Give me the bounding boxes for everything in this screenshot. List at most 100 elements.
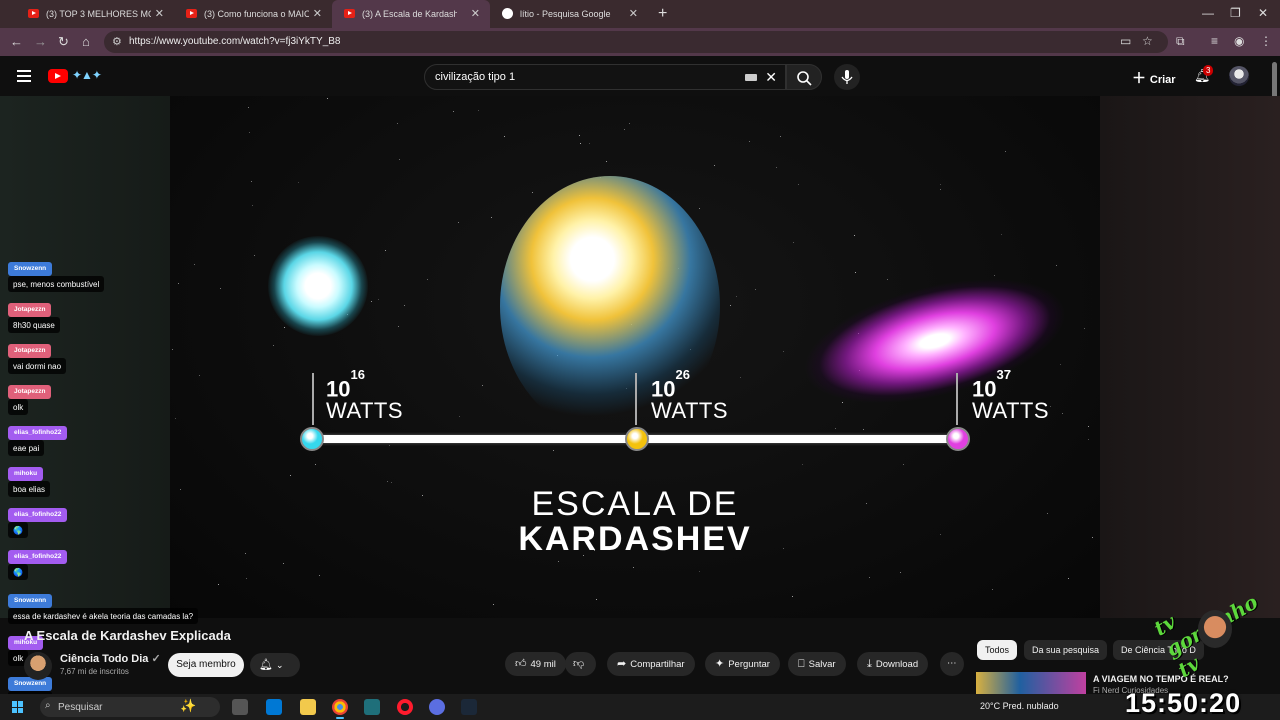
browser-tab-bar: (3) TOP 3 MELHORES MOUSES ✕ (3) Como fun… xyxy=(0,0,1280,28)
chat-message: pse, menos combustível xyxy=(8,276,105,292)
taskbar-search-input[interactable]: ⌕ Pesquisar ✨ xyxy=(40,697,220,717)
star-dot xyxy=(198,375,200,377)
site-info-icon[interactable]: ⚙ xyxy=(112,35,122,48)
star-dot xyxy=(253,254,255,256)
thumbs-up-icon: 👍︎ xyxy=(515,658,527,670)
microphone-icon xyxy=(841,70,853,84)
unit-label: WATTS xyxy=(326,398,404,423)
stream-clock: 15:50:20 xyxy=(1125,688,1242,718)
star-dot xyxy=(477,110,479,112)
minimize-icon[interactable]: — xyxy=(1202,6,1214,20)
scale-marker-type2 xyxy=(625,427,649,451)
create-button[interactable]: ＋ Criar xyxy=(1132,68,1176,88)
verified-icon: ✓ xyxy=(151,653,161,665)
account-avatar[interactable] xyxy=(1229,66,1249,86)
youtube-logo-icon[interactable] xyxy=(48,69,68,83)
chat-username: Snowzenn xyxy=(8,594,53,608)
cast-icon[interactable]: ▭ xyxy=(1120,34,1131,48)
star-dot xyxy=(247,106,249,108)
tab-title: (3) A Escala de Kardashev E xyxy=(362,9,457,19)
star-dot xyxy=(272,344,274,346)
ask-button[interactable]: ✦ Perguntar xyxy=(705,652,780,676)
extensions-icon[interactable]: ⧉ xyxy=(1176,34,1185,49)
star-dot xyxy=(178,283,180,285)
chat-username: Snowzenn xyxy=(8,262,53,276)
reload-icon[interactable]: ↻ xyxy=(58,34,69,50)
chip-all[interactable]: Todos xyxy=(977,640,1018,660)
star-dot xyxy=(698,208,700,209)
star-dot xyxy=(194,264,196,266)
tab-1[interactable]: (3) TOP 3 MELHORES MOUSES ✕ xyxy=(16,0,174,28)
opera-icon[interactable] xyxy=(397,699,413,715)
close-tab-icon[interactable]: ✕ xyxy=(629,7,638,20)
recommendation-thumbnail[interactable] xyxy=(976,672,1086,696)
close-tab-icon[interactable]: ✕ xyxy=(155,7,164,20)
doodle-icon[interactable]: ✦▲✦ xyxy=(72,68,102,82)
clear-search-icon[interactable]: ✕ xyxy=(765,69,777,86)
star-dot xyxy=(453,111,455,113)
more-actions-button[interactable]: ⋯ xyxy=(940,652,964,676)
star-dot xyxy=(1049,405,1051,407)
create-label: Criar xyxy=(1149,74,1176,86)
star-dot xyxy=(1088,438,1090,440)
tick-line xyxy=(312,373,314,425)
dislike-button[interactable]: 👎︎ xyxy=(565,652,597,676)
star-dot xyxy=(389,445,391,447)
youtube-favicon-icon xyxy=(28,9,39,18)
tab-3-active[interactable]: (3) A Escala de Kardashev E ✕ xyxy=(332,0,490,28)
close-tab-icon[interactable]: ✕ xyxy=(313,7,322,20)
subscription-bell-button[interactable]: 🔔︎ ⌄ xyxy=(250,653,300,677)
browser-menu-icon[interactable]: ⋮ xyxy=(1260,34,1272,48)
home-icon[interactable]: ⌂ xyxy=(82,34,90,49)
back-icon[interactable]: ← xyxy=(10,34,23,49)
search-button[interactable] xyxy=(786,64,822,90)
chrome-icon[interactable] xyxy=(332,699,348,719)
download-button[interactable]: ⤓ Download xyxy=(857,652,929,676)
star-dot xyxy=(902,464,904,466)
star-dot xyxy=(866,502,868,504)
media-control-icon[interactable]: ≡ xyxy=(1211,34,1218,48)
restore-icon[interactable]: ❐ xyxy=(1230,6,1241,20)
video-player[interactable]: 1016 WATTS 1026 WATTS 1037 WATTS ESCALA … xyxy=(0,96,1280,618)
steam-icon[interactable] xyxy=(461,699,477,715)
store-icon[interactable] xyxy=(266,699,282,715)
file-explorer-icon[interactable] xyxy=(300,699,316,715)
star-dot xyxy=(940,183,942,185)
bookmark-star-icon[interactable]: ☆ xyxy=(1142,34,1153,48)
close-tab-icon[interactable]: ✕ xyxy=(471,7,480,20)
chip-from-search[interactable]: Da sua pesquisa xyxy=(1024,640,1108,660)
star-dot xyxy=(248,131,250,133)
save-button[interactable]: ⎕ Salvar xyxy=(788,652,846,676)
star-dot xyxy=(749,140,751,142)
voice-search-button[interactable] xyxy=(834,64,860,90)
download-icon: ⤓ xyxy=(867,658,872,670)
close-window-icon[interactable]: ✕ xyxy=(1258,6,1268,20)
tab-2[interactable]: (3) Como funciona o MAIOR TE ✕ xyxy=(174,0,332,28)
task-view-icon[interactable] xyxy=(232,699,248,715)
tab-4[interactable]: lítio - Pesquisa Google ✕ xyxy=(490,0,648,28)
star-dot xyxy=(992,588,994,590)
star-dot xyxy=(596,598,598,600)
windows-start-icon[interactable] xyxy=(12,701,24,713)
profile-icon[interactable]: ◉ xyxy=(1234,34,1244,48)
url-bar[interactable]: ⚙ https://www.youtube.com/watch?v=fj3iYk… xyxy=(104,31,1168,53)
share-button[interactable]: ➦ Compartilhar xyxy=(607,652,695,676)
channel-avatar[interactable] xyxy=(24,652,52,680)
discord-icon[interactable] xyxy=(429,699,445,715)
tick-line xyxy=(956,373,958,425)
planet-glow-icon xyxy=(268,236,368,336)
forward-icon[interactable]: → xyxy=(34,34,47,49)
star-dot xyxy=(623,129,625,131)
search-input[interactable]: civilização tipo 1 ✕ xyxy=(424,64,786,90)
join-button[interactable]: Seja membro xyxy=(168,653,244,677)
star-dot xyxy=(319,574,321,576)
new-tab-icon[interactable]: + xyxy=(658,5,667,23)
star-dot xyxy=(531,191,533,193)
menu-icon[interactable] xyxy=(17,70,31,82)
video-title-line1: ESCALA DE xyxy=(531,485,739,523)
app-icon[interactable] xyxy=(364,699,380,715)
channel-name[interactable]: Ciência Todo Dia ✓ xyxy=(60,652,161,665)
keyboard-icon[interactable] xyxy=(745,74,757,81)
like-button[interactable]: 👍︎ 49 mil xyxy=(505,652,566,676)
weather-widget[interactable]: 20°C Pred. nublado xyxy=(980,701,1059,711)
